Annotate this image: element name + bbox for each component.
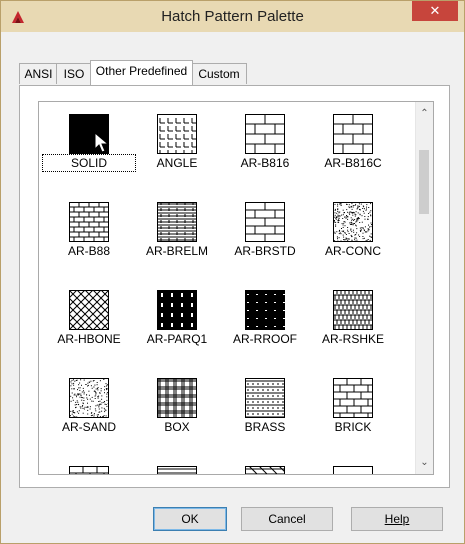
pattern-label: ANGLE bbox=[156, 156, 198, 170]
pattern-tile[interactable]: ANGLE bbox=[132, 114, 222, 170]
ok-button[interactable]: OK bbox=[153, 507, 227, 531]
title-bar[interactable]: Hatch Pattern Palette ✕ bbox=[1, 1, 464, 32]
brick-pattern-icon bbox=[333, 378, 373, 418]
pattern-label: BRASS bbox=[244, 420, 286, 434]
pattern-label: AR-B88 bbox=[67, 244, 111, 258]
pattern-list[interactable]: SOLID ANGLE AR-B816 AR-B816C AR-B88 AR-BRELM A… bbox=[38, 101, 434, 475]
pattern-tile[interactable]: AR-SAND bbox=[44, 378, 134, 434]
tab-iso[interactable]: ISO bbox=[56, 63, 92, 84]
pattern-label: AR-PARQ1 bbox=[146, 332, 208, 346]
brick-elm-pattern-icon bbox=[157, 202, 197, 242]
pattern-tile[interactable]: BRASS bbox=[220, 378, 310, 434]
vertical-scrollbar[interactable]: ⌃ ⌄ bbox=[415, 102, 433, 474]
help-button[interactable]: Help bbox=[351, 507, 443, 531]
pattern-label: SOLID bbox=[42, 154, 136, 172]
pattern-tile[interactable]: AR-BRELM bbox=[132, 202, 222, 258]
cancel-button[interactable]: Cancel bbox=[241, 507, 333, 531]
sand-pattern-icon bbox=[69, 378, 109, 418]
window-title: Hatch Pattern Palette bbox=[161, 8, 304, 25]
mouse-cursor-icon bbox=[94, 132, 110, 153]
tab-ansi[interactable]: ANSI bbox=[19, 63, 58, 84]
brick-std-pattern-icon bbox=[245, 202, 285, 242]
pattern-label: AR-HBONE bbox=[57, 332, 121, 346]
pattern-label: AR-SAND bbox=[61, 420, 116, 434]
pattern-label: BRICK bbox=[334, 420, 372, 434]
hatch-pattern-palette-dialog: Hatch Pattern Palette ✕ ANSI ISO Other P… bbox=[0, 0, 465, 544]
tab-other-predefined[interactable]: Other Predefined bbox=[90, 60, 193, 85]
shake-pattern-icon bbox=[333, 290, 373, 330]
roof-pattern-icon bbox=[245, 290, 285, 330]
brick-small-pattern-icon bbox=[69, 202, 109, 242]
pattern-tile[interactable]: AR-RROOF bbox=[220, 290, 310, 346]
pattern-tile[interactable]: BOX bbox=[132, 378, 222, 434]
pattern-tile[interactable]: AR-HBONE bbox=[44, 290, 134, 346]
pattern-tile[interactable]: AR-BRSTD bbox=[220, 202, 310, 258]
pattern-label: AR-B816 bbox=[240, 156, 290, 170]
pattern-tile[interactable]: AR-PARQ1 bbox=[132, 290, 222, 346]
pattern-label: AR-RROOF bbox=[233, 332, 297, 346]
pattern-label: AR-BRSTD bbox=[234, 244, 296, 258]
pattern-tile[interactable]: AR-B88 bbox=[44, 202, 134, 258]
pattern-tile[interactable] bbox=[44, 466, 134, 474]
tab-panel-other-predefined: SOLID ANGLE AR-B816 AR-B816C AR-B88 AR-BRELM A… bbox=[19, 85, 450, 488]
pattern-tile[interactable]: AR-B816C bbox=[308, 114, 398, 170]
brick-large-pattern-icon bbox=[245, 114, 285, 154]
brick-large-c-pattern-icon bbox=[333, 114, 373, 154]
pattern-tile[interactable]: BRICK bbox=[308, 378, 398, 434]
angle-pattern-icon bbox=[157, 114, 197, 154]
pattern-tile[interactable]: AR-RSHKE bbox=[308, 290, 398, 346]
pattern-tile[interactable]: AR-CONC bbox=[308, 202, 398, 258]
pattern-tile[interactable]: AR-B816 bbox=[220, 114, 310, 170]
pattern-grid: SOLID ANGLE AR-B816 AR-B816C AR-B88 AR-BRELM A… bbox=[39, 102, 414, 474]
scrollbar-thumb[interactable] bbox=[419, 150, 429, 214]
scroll-down-arrow-icon[interactable]: ⌄ bbox=[416, 454, 433, 471]
close-button[interactable]: ✕ bbox=[412, 1, 458, 21]
pattern-label: AR-CONC bbox=[325, 244, 381, 258]
lines-partial-pattern-icon bbox=[157, 466, 197, 474]
herringbone-pattern-icon bbox=[69, 290, 109, 330]
dots-partial-pattern-icon bbox=[333, 466, 373, 474]
tab-custom[interactable]: Custom bbox=[191, 63, 247, 84]
pattern-label: AR-B816C bbox=[324, 156, 382, 170]
pattern-label: BOX bbox=[164, 420, 190, 434]
concrete-pattern-icon bbox=[333, 202, 373, 242]
parquet-pattern-icon bbox=[157, 290, 197, 330]
pattern-label: AR-RSHKE bbox=[321, 332, 384, 346]
pattern-tile[interactable] bbox=[220, 466, 310, 474]
brass-pattern-icon bbox=[245, 378, 285, 418]
earth-partial-pattern-icon bbox=[245, 466, 285, 474]
pattern-tile[interactable]: SOLID bbox=[42, 114, 136, 172]
pattern-tile[interactable] bbox=[132, 466, 222, 474]
box-pattern-icon bbox=[157, 378, 197, 418]
pattern-label: AR-BRELM bbox=[145, 244, 208, 258]
scroll-up-arrow-icon[interactable]: ⌃ bbox=[416, 105, 433, 122]
pattern-tile[interactable] bbox=[308, 466, 398, 474]
brick-partial-pattern-icon bbox=[69, 466, 109, 474]
